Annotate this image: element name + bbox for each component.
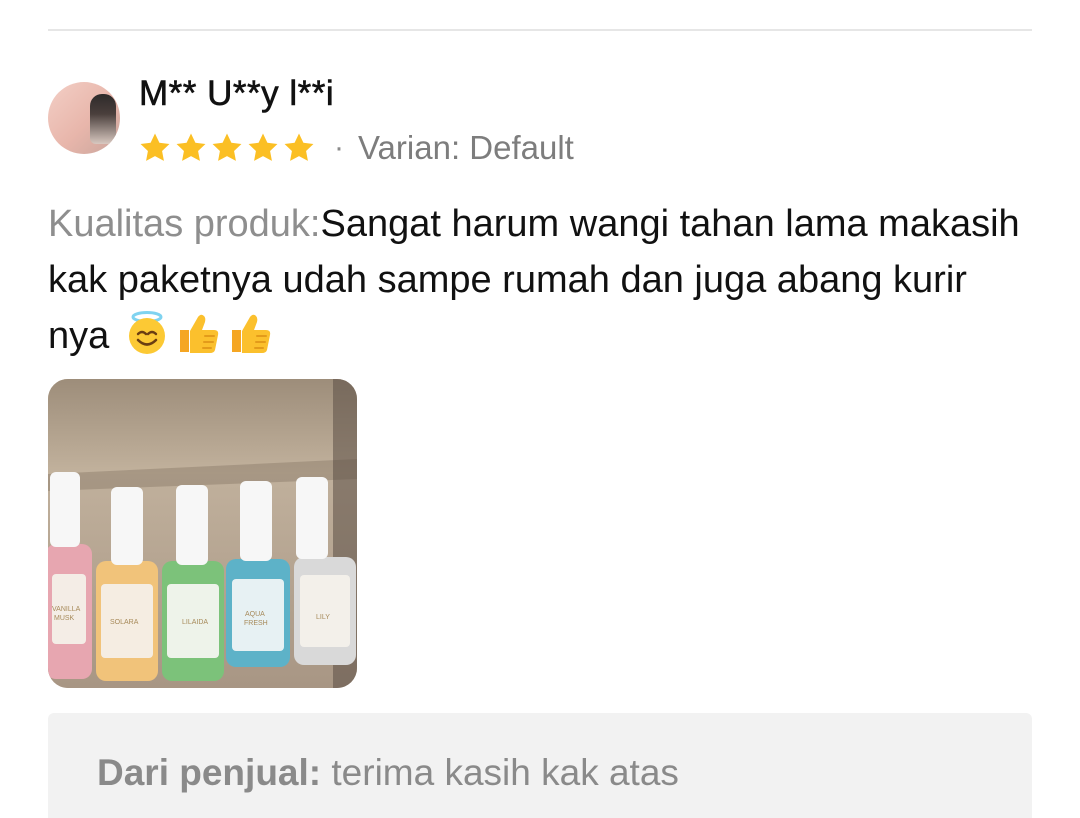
svg-text:MUSK: MUSK	[54, 615, 75, 622]
separator-dot: ·	[334, 131, 344, 164]
review-body: Kualitas produk:Sangat harum wangi tahan…	[48, 196, 1038, 364]
svg-text:VANILLA: VANILLA	[52, 606, 81, 613]
svg-text:FRESH: FRESH	[244, 620, 268, 627]
svg-text:LILY: LILY	[316, 614, 330, 621]
thumbs-up-icon	[174, 310, 222, 356]
svg-text:LILAIDA: LILAIDA	[182, 619, 208, 626]
divider	[48, 29, 1032, 31]
seller-reply-label: Dari penjual:	[97, 752, 322, 793]
smiling-face-with-halo-icon	[124, 310, 170, 356]
quality-label: Kualitas produk:	[48, 203, 321, 245]
star-icon	[140, 133, 170, 161]
seller-reply-text: terima kasih kak atas	[331, 752, 679, 793]
seller-reply: Dari penjual: terima kasih kak atas	[97, 752, 679, 794]
svg-text:SOLARA: SOLARA	[110, 619, 139, 626]
review-page: M** U**y l**i · Varian: Default Kualitas…	[0, 0, 1080, 818]
star-icon	[284, 133, 314, 161]
star-rating	[138, 131, 318, 165]
star-icon	[248, 133, 278, 161]
thumbs-up-icon	[226, 310, 274, 356]
review-photo[interactable]: VANILLA MUSK SOLARA LILAIDA AQUA FRESH L…	[48, 379, 357, 688]
reviewer-name: M** U**y l**i	[139, 74, 335, 114]
avatar[interactable]	[48, 82, 120, 154]
rating-row: · Varian: Default	[138, 128, 574, 168]
variant-label: Varian: Default	[358, 129, 574, 166]
star-icon	[176, 133, 206, 161]
star-icon	[212, 133, 242, 161]
svg-text:AQUA: AQUA	[245, 611, 265, 618]
